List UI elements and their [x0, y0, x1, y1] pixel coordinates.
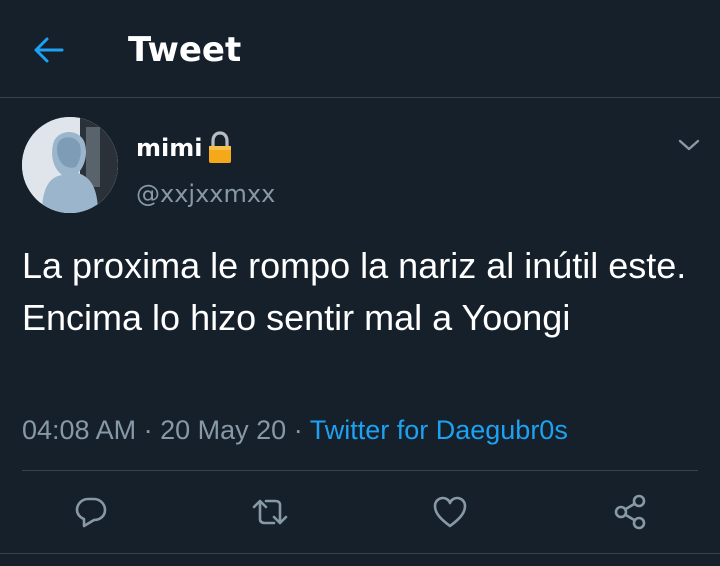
retweet-button[interactable]: [248, 490, 292, 534]
lock-icon: [209, 131, 232, 163]
avatar-image: [22, 117, 118, 213]
share-button[interactable]: [608, 490, 652, 534]
tweet-source-link[interactable]: Twitter for Daegubr0s: [310, 415, 568, 445]
tweet-meta: 04:08 AM · 20 May 20 · Twitter for Daegu…: [22, 412, 568, 448]
like-button[interactable]: [428, 490, 472, 534]
divider: [0, 553, 720, 554]
share-icon: [614, 494, 646, 530]
retweet-icon: [252, 499, 288, 525]
arrow-left-icon: [34, 37, 64, 63]
reply-button[interactable]: [69, 490, 113, 534]
chevron-down-icon: [678, 139, 700, 151]
top-bar: Tweet: [0, 0, 720, 98]
tweet-options-button[interactable]: [674, 130, 704, 160]
meta-separator: ·: [143, 415, 153, 445]
like-icon: [433, 496, 467, 528]
meta-separator: ·: [293, 415, 303, 445]
avatar[interactable]: [22, 117, 118, 213]
display-name-row[interactable]: mimi: [136, 128, 234, 168]
user-handle[interactable]: @xxjxxmxx: [136, 178, 275, 210]
tweet-text: La proxima le rompo la nariz al inútil e…: [22, 245, 687, 338]
display-name: mimi: [136, 134, 203, 162]
page-title: Tweet: [128, 30, 242, 70]
action-bar: [0, 490, 720, 536]
divider: [22, 470, 698, 471]
back-button[interactable]: [26, 30, 72, 70]
tweet-date[interactable]: 20 May 20: [160, 415, 286, 445]
reply-icon: [75, 497, 107, 528]
tweet-time[interactable]: 04:08 AM: [22, 415, 136, 445]
